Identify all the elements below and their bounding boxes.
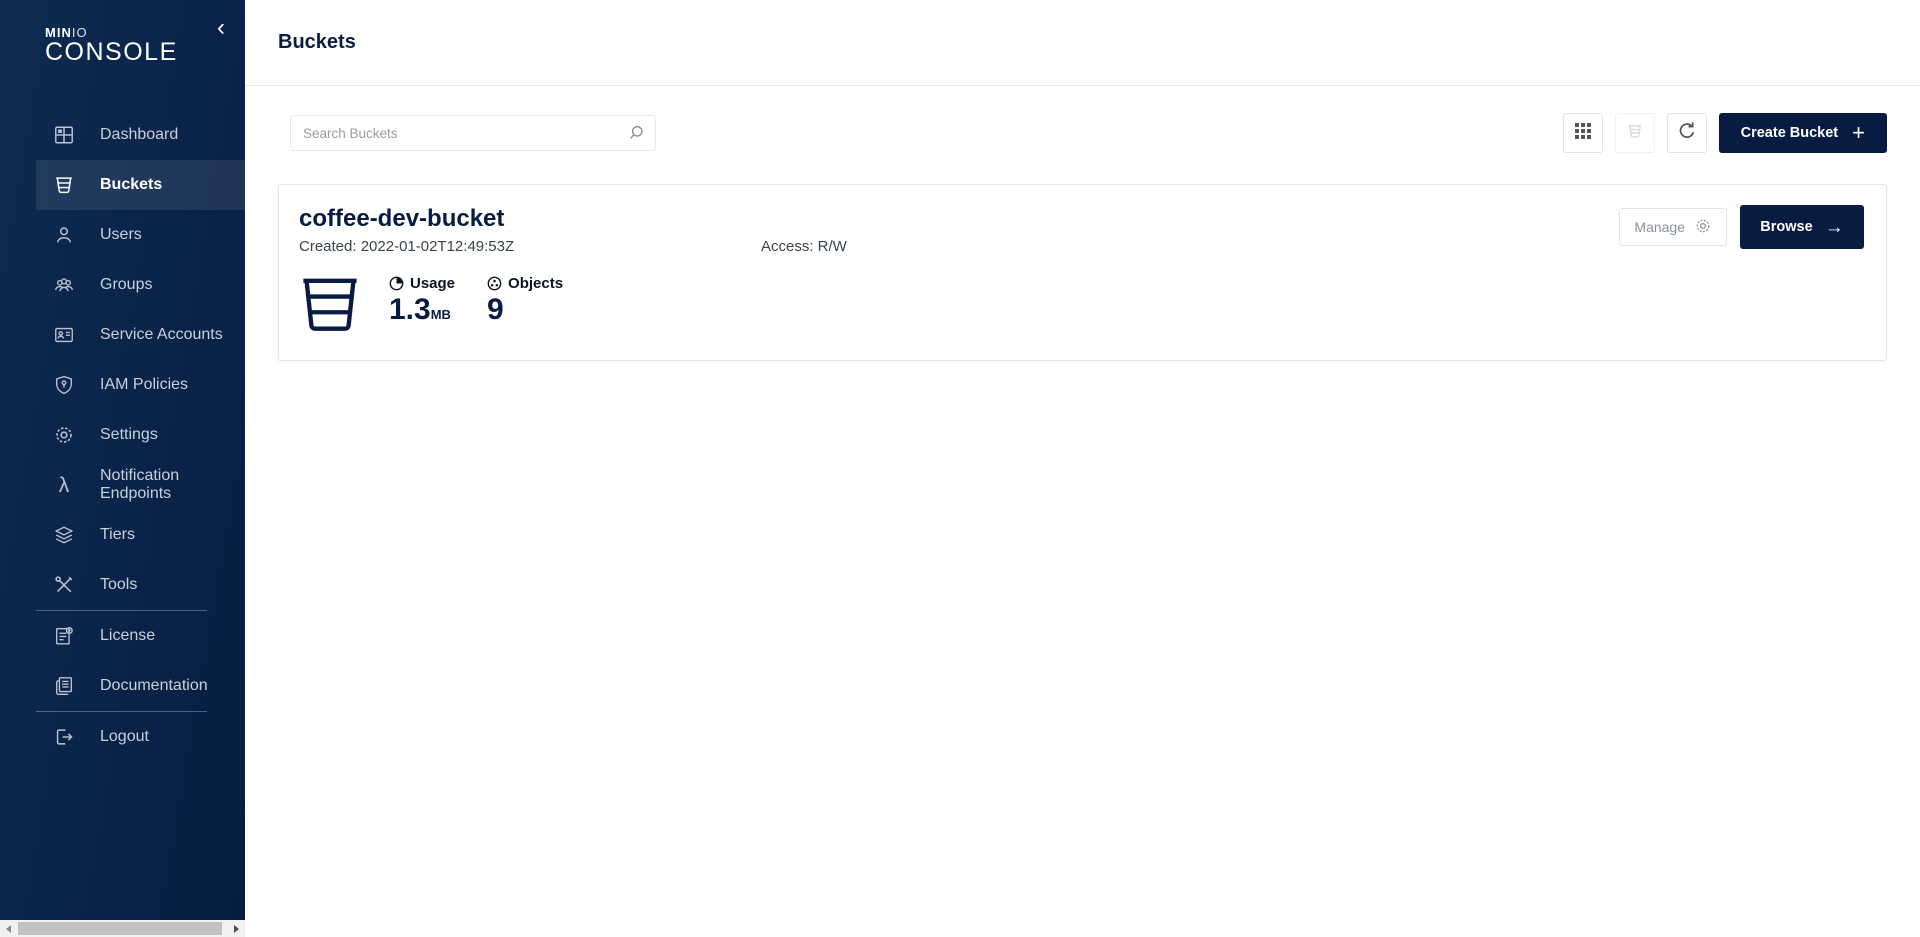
sidebar-item-notification-endpoints[interactable]: λ Notification Endpoints xyxy=(36,460,245,510)
documentation-icon xyxy=(52,674,76,698)
bucket-large-icon xyxy=(301,277,359,333)
arrow-right-icon: → xyxy=(1825,218,1844,237)
bucket-list-icon xyxy=(1625,121,1645,146)
search-wrap xyxy=(290,115,656,151)
main-content: Create Bucket + coffee-dev-bucket Create… xyxy=(245,87,1920,937)
sidebar-item-label: Documentation xyxy=(100,677,208,695)
sidebar-item-label: Service Accounts xyxy=(100,326,223,344)
usage-pie-icon xyxy=(389,276,404,291)
bucket-card-header: coffee-dev-bucket Created: 2022-01-02T12… xyxy=(299,205,1864,255)
bucket-metrics: Usage 1.3MB Objects 9 xyxy=(299,275,1864,333)
bucket-meta: Created: 2022-01-02T12:49:53Z Access: R/… xyxy=(299,238,847,255)
sidebar-item-label: IAM Policies xyxy=(100,376,188,394)
sidebar-item-iam-policies[interactable]: IAM Policies xyxy=(36,360,245,410)
sidebar-item-label: Buckets xyxy=(100,176,162,194)
sidebar-item-documentation[interactable]: Documentation xyxy=(36,661,245,711)
sidebar-item-label: Tools xyxy=(100,576,137,594)
list-view-button xyxy=(1615,113,1655,153)
logo-brand-light: IO xyxy=(72,25,88,40)
grid-view-button[interactable] xyxy=(1563,113,1603,153)
dashboard-icon xyxy=(52,123,76,147)
sidebar-item-label: Tiers xyxy=(100,526,135,544)
sidebar-item-dashboard[interactable]: Dashboard xyxy=(36,110,245,160)
objects-metric: Objects 9 xyxy=(487,275,563,327)
sidebar-item-label: Settings xyxy=(100,426,158,444)
refresh-button[interactable] xyxy=(1667,113,1707,153)
sidebar-item-logout[interactable]: Logout xyxy=(36,712,245,762)
lambda-icon: λ xyxy=(52,473,76,497)
scrollbar-right-arrow[interactable] xyxy=(228,920,245,937)
sidebar-item-groups[interactable]: Groups xyxy=(36,260,245,310)
create-bucket-label: Create Bucket xyxy=(1741,125,1839,141)
sidebar-menu: Dashboard Buckets Users Groups xyxy=(0,110,245,762)
sidebar-item-license[interactable]: License xyxy=(36,611,245,661)
groups-icon xyxy=(52,273,76,297)
objects-metric-label: Objects xyxy=(487,275,563,292)
scrollbar-thumb[interactable] xyxy=(18,922,222,935)
usage-metric: Usage 1.3MB xyxy=(389,275,455,332)
service-accounts-icon xyxy=(52,323,76,347)
tools-icon xyxy=(52,573,76,597)
sidebar-item-label: Notification Endpoints xyxy=(100,467,245,503)
user-icon xyxy=(52,223,76,247)
sidebar-horizontal-scrollbar xyxy=(0,920,245,937)
minio-logo: MINIO CONSOLE ‹ xyxy=(0,0,245,66)
bucket-info: coffee-dev-bucket Created: 2022-01-02T12… xyxy=(299,205,847,255)
search-input[interactable] xyxy=(290,115,656,151)
usage-unit: MB xyxy=(431,307,451,322)
create-bucket-button[interactable]: Create Bucket + xyxy=(1719,113,1887,153)
layers-icon xyxy=(52,523,76,547)
manage-label: Manage xyxy=(1634,219,1685,235)
plus-icon: + xyxy=(1852,123,1865,143)
scrollbar-left-arrow[interactable] xyxy=(0,920,17,937)
browse-button[interactable]: Browse → xyxy=(1740,205,1864,249)
bucket-name: coffee-dev-bucket xyxy=(299,205,847,233)
grid-view-icon xyxy=(1573,121,1593,146)
bucket-created: Created: 2022-01-02T12:49:53Z xyxy=(299,238,761,255)
page-header: Buckets xyxy=(245,0,1920,86)
bucket-actions: Manage Browse → xyxy=(1619,205,1864,249)
minio-console-app: MINIO CONSOLE ‹ Dashboard Buckets xyxy=(0,0,1920,937)
scrollbar-track[interactable] xyxy=(17,920,228,937)
buckets-icon xyxy=(52,173,76,197)
shield-icon xyxy=(52,373,76,397)
objects-value: 9 xyxy=(487,293,563,327)
usage-value: 1.3MB xyxy=(389,293,455,332)
sidebar: MINIO CONSOLE ‹ Dashboard Buckets xyxy=(0,0,245,937)
browse-label: Browse xyxy=(1760,219,1812,235)
bucket-access: Access: R/W xyxy=(761,238,847,255)
logout-icon xyxy=(52,725,76,749)
sidebar-item-users[interactable]: Users xyxy=(36,210,245,260)
page-title: Buckets xyxy=(278,31,356,54)
usage-metric-label: Usage xyxy=(389,275,455,292)
logo-product: CONSOLE xyxy=(45,39,245,66)
search-icon xyxy=(626,123,646,148)
sidebar-item-service-accounts[interactable]: Service Accounts xyxy=(36,310,245,360)
sidebar-item-tools[interactable]: Tools xyxy=(36,560,245,610)
objects-icon xyxy=(487,276,502,291)
sidebar-collapse-icon[interactable]: ‹ xyxy=(217,16,225,40)
sidebar-item-tiers[interactable]: Tiers xyxy=(36,510,245,560)
sidebar-item-settings[interactable]: Settings xyxy=(36,410,245,460)
sidebar-item-buckets[interactable]: Buckets xyxy=(36,160,245,210)
sidebar-item-label: Dashboard xyxy=(100,126,178,144)
sidebar-item-label: License xyxy=(100,627,155,645)
sidebar-item-label: Groups xyxy=(100,276,152,294)
license-icon xyxy=(52,624,76,648)
sidebar-item-label: Users xyxy=(100,226,142,244)
sidebar-item-label: Logout xyxy=(100,728,149,746)
bucket-card: coffee-dev-bucket Created: 2022-01-02T12… xyxy=(278,184,1887,361)
gear-icon xyxy=(52,423,76,447)
buckets-toolbar: Create Bucket + xyxy=(278,113,1887,153)
manage-gear-icon xyxy=(1694,217,1712,238)
manage-button[interactable]: Manage xyxy=(1619,208,1727,246)
refresh-icon xyxy=(1676,120,1698,147)
